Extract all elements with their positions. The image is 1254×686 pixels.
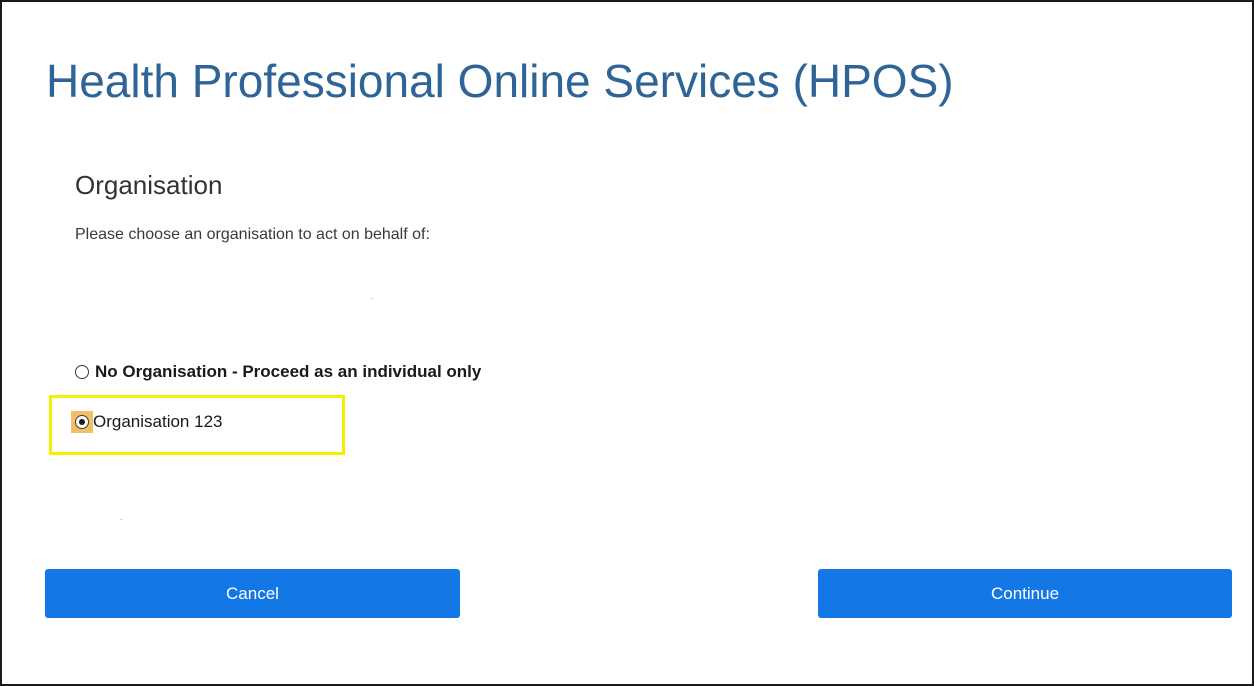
instructions-text: Please choose an organisation to act on …	[75, 226, 430, 243]
page-title: Health Professional Online Services (HPO…	[46, 55, 954, 107]
continue-button[interactable]: Continue	[818, 569, 1232, 618]
radio-checked-icon[interactable]	[75, 415, 89, 429]
radio-option-organisation-123[interactable]: Organisation 123	[71, 411, 223, 433]
artifact-dot	[120, 519, 123, 520]
radio-unchecked-icon[interactable]	[75, 365, 89, 379]
cancel-button[interactable]: Cancel	[45, 569, 460, 618]
radio-option-no-organisation[interactable]: No Organisation - Proceed as an individu…	[75, 362, 481, 382]
radio-focus-highlight	[71, 411, 93, 433]
page-frame: Health Professional Online Services (HPO…	[0, 0, 1254, 686]
section-title: Organisation	[75, 170, 223, 200]
radio-label-organisation-123: Organisation 123	[93, 412, 223, 431]
radio-label-no-organisation: No Organisation - Proceed as an individu…	[95, 362, 482, 381]
artifact-dot	[371, 298, 374, 299]
